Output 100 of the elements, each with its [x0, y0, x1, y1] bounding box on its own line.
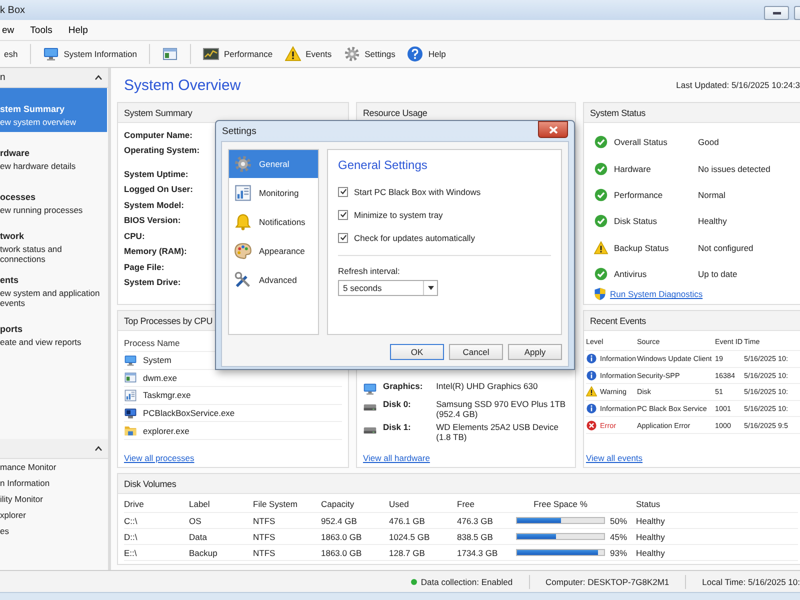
process-name: PCBlackBoxService.exe [143, 408, 235, 418]
nav-item[interactable]: Notifications [229, 208, 318, 236]
sidebar-link[interactable]: es [0, 523, 108, 539]
sidebar-link[interactable]: n Information [0, 475, 108, 491]
percent-text: 93% [610, 548, 628, 558]
column-header: Free Space % [532, 499, 588, 509]
table-cell-text: NTFS [253, 532, 276, 542]
toolbar-button[interactable]: System Information [38, 44, 141, 64]
view-all-link[interactable]: View all processes [124, 453, 194, 463]
process-name: Taskmgr.exe [143, 390, 191, 400]
section-title: n [0, 72, 6, 83]
table-cell-text: Healthy [636, 548, 666, 558]
section-heading: General Settings [338, 158, 428, 172]
menu-item[interactable]: ew [0, 24, 16, 36]
table-cell-text: 838.5 GB [457, 532, 494, 542]
panel-title: Resource Usage [363, 108, 428, 118]
sidebar-link[interactable]: xplorer [0, 507, 108, 523]
sidebar-item[interactable]: stem Summary ew system overview [0, 88, 107, 132]
table-cell-text: E::\ [124, 548, 138, 558]
toolbar-button[interactable]: esh [0, 47, 22, 61]
status-label: Hardware [613, 164, 652, 174]
column-header: Label [189, 499, 211, 509]
toolbar-button[interactable]: Performance [198, 44, 277, 64]
checkbox[interactable] [338, 186, 348, 196]
last-updated-text: Last Updated: 5/16/2025 10:24:3 [676, 80, 800, 90]
bell-icon [234, 213, 252, 231]
checkbox-label: Start PC Black Box with Windows [354, 186, 481, 196]
status-label: Overall Status [613, 137, 668, 148]
window-title: k Box [0, 5, 26, 16]
nav-item[interactable]: Advanced [229, 266, 318, 294]
field-value: Intel(R) UHD Graphics 630 [436, 381, 539, 391]
table-cell-text: OS [189, 516, 202, 526]
status-text: Data collection: Enabled [420, 576, 513, 586]
sidebar-item[interactable]: ocesses ew running processes [0, 176, 107, 220]
column-header: Status [636, 499, 662, 509]
warning-icon [594, 240, 608, 255]
warning-icon [284, 46, 301, 62]
column-header: Used [389, 499, 410, 509]
table-cell-text: 1734.3 GB [457, 548, 499, 558]
field-label: Operating System: [124, 144, 200, 158]
nav-item[interactable]: Monitoring [229, 179, 318, 207]
field-label: Graphics: [382, 381, 424, 391]
check-circle-icon [594, 267, 608, 282]
page-title: System Overview [124, 76, 241, 94]
field-label: BIOS Version: [124, 214, 181, 228]
status-label: Backup Status [613, 242, 670, 253]
toolbar-button[interactable]: Help [403, 44, 450, 64]
checkbox-label: Check for updates automatically [354, 232, 475, 242]
field-label: Page File: [124, 260, 164, 274]
toolbar-button[interactable]: Events [280, 44, 336, 64]
diagnostics-link[interactable]: Run System Diagnostics [610, 289, 703, 300]
checkbox[interactable] [338, 210, 348, 220]
dialog-button[interactable]: Apply [508, 344, 562, 360]
sidebar-link[interactable]: ility Monitor [0, 491, 108, 507]
check-circle-icon [594, 188, 608, 202]
view-all-link[interactable]: View all hardware [363, 453, 430, 463]
info-icon [586, 370, 597, 381]
toolbar-button[interactable]: Settings [340, 44, 400, 64]
panel-title: Top Processes by CPU [124, 316, 213, 326]
caret-icon[interactable] [95, 75, 102, 80]
status-value: Healthy [698, 216, 727, 226]
close-button[interactable] [538, 121, 568, 138]
sidebar-item[interactable]: ents ew system and application events [0, 264, 107, 308]
field-label: Disk 0: [382, 399, 412, 409]
menu-item[interactable]: Tools [28, 24, 54, 36]
caret-icon[interactable] [95, 446, 102, 451]
table-cell-text: C::\ [124, 516, 138, 526]
table-cell-text: 1863.0 GB [321, 532, 363, 542]
checkbox-label: Minimize to system tray [354, 210, 443, 220]
field-label: Refresh interval: [338, 266, 401, 276]
table-cell-text: 128.7 GB [389, 548, 426, 558]
panel-title: Disk Volumes [124, 478, 176, 488]
view-all-link[interactable]: View all events [586, 453, 643, 463]
chart-window-icon [234, 184, 252, 202]
process-name: System [143, 355, 172, 366]
table-cell-text: NTFS [253, 548, 276, 558]
sidebar-item[interactable]: rdware ew hardware details [0, 132, 107, 176]
sidebar-item[interactable]: ports eate and view reports [0, 308, 107, 352]
window-icon [162, 46, 178, 62]
field-value: WD Elements 25A2 USB Device (1.8 TB) [436, 422, 560, 442]
table-cell-text: Backup [189, 548, 218, 558]
maximize-button[interactable] [794, 6, 800, 20]
minimize-button[interactable] [764, 6, 789, 20]
nav-item[interactable]: Appearance [229, 237, 318, 265]
dialog-button[interactable]: Cancel [449, 344, 503, 360]
menu-item[interactable]: Help [66, 24, 90, 36]
error-icon [586, 420, 597, 431]
field-label: Memory (RAM): [124, 245, 187, 258]
sidebar-item[interactable]: twork twork status and connections [0, 220, 107, 264]
checkbox[interactable] [338, 232, 348, 242]
column-header: Drive [124, 499, 145, 509]
dropdown[interactable]: 5 seconds [338, 280, 438, 296]
dialog-button[interactable]: OK [390, 344, 444, 360]
table-cell-text: NTFS [253, 516, 276, 526]
warning-icon [586, 386, 597, 398]
monitor-icon [42, 46, 59, 62]
table-cell-text: 952.4 GB [321, 516, 358, 526]
nav-item[interactable]: General [229, 150, 318, 178]
column-header: Free [457, 499, 476, 509]
sidebar-link[interactable]: mance Monitor [0, 459, 108, 475]
